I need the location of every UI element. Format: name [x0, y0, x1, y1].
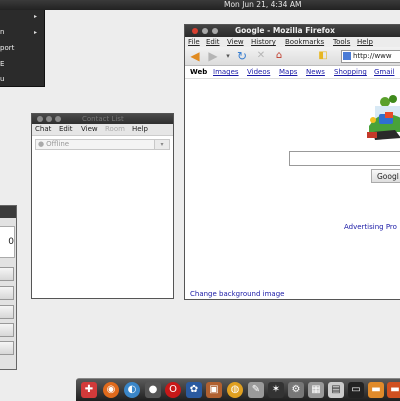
- status-select[interactable]: ● Offline: [35, 139, 155, 150]
- submenu-arrow-icon: ▸: [34, 13, 38, 20]
- chevron-down-icon[interactable]: ▾: [154, 139, 170, 150]
- forward-arrow-icon[interactable]: ▶: [207, 50, 219, 62]
- google-doodle[interactable]: [367, 92, 400, 144]
- window-titlebar[interactable]: Google - Mozilla Firefox: [185, 25, 400, 37]
- calculator-icon[interactable]: ▦: [308, 382, 324, 398]
- menu-chat[interactable]: Chat: [35, 125, 51, 133]
- messenger-icon[interactable]: ✿: [186, 382, 202, 398]
- calculator-button[interactable]: [0, 305, 14, 319]
- menubar: File Edit View History Bookmarks Tools H…: [185, 37, 400, 47]
- calculator-button[interactable]: [0, 267, 14, 281]
- stop-icon[interactable]: ✕: [255, 50, 267, 62]
- menu-file[interactable]: File: [188, 38, 200, 46]
- browser-icon[interactable]: ◐: [124, 382, 140, 398]
- calculator-button[interactable]: [0, 323, 14, 337]
- top-panel: Mon Jun 21, 4:34 AM: [0, 0, 400, 10]
- submenu-arrow-icon: ▸: [34, 29, 38, 36]
- menu-item-2[interactable]: port: [0, 44, 14, 52]
- firefox-icon[interactable]: ◉: [103, 382, 119, 398]
- firefox-window: Google - Mozilla Firefox File Edit View …: [184, 24, 400, 300]
- media-icon[interactable]: ◍: [227, 382, 243, 398]
- terminal-sparkle-icon[interactable]: ✶: [268, 382, 284, 398]
- menu-view[interactable]: View: [227, 38, 244, 46]
- menu-item-1[interactable]: n: [0, 28, 4, 36]
- status-value: Offline: [46, 140, 70, 148]
- calculator-window: 0: [0, 205, 17, 370]
- applications-menu: n ▸ ▸ port E u: [0, 10, 45, 87]
- google-nav-news[interactable]: News: [306, 68, 325, 76]
- home-icon[interactable]: ⌂: [273, 50, 285, 62]
- document-icon[interactable]: ▤: [328, 382, 344, 398]
- menubar: Chat Edit View Room Help: [32, 124, 173, 136]
- menu-bookmarks[interactable]: Bookmarks: [285, 38, 324, 46]
- calculator-display: 0: [0, 226, 15, 258]
- status-bubble-icon: ●: [38, 140, 45, 148]
- google-nav-videos[interactable]: Videos: [247, 68, 270, 76]
- google-nav-gmail[interactable]: Gmail: [374, 68, 394, 76]
- history-dropdown-icon[interactable]: ▾: [222, 50, 234, 62]
- opera-icon[interactable]: O: [165, 382, 181, 398]
- navigation-toolbar: ◀ ▶ ▾ ↻ ✕ ⌂ ◧ http://www: [185, 47, 400, 66]
- menu-help[interactable]: Help: [357, 38, 373, 46]
- settings-gear-icon[interactable]: ⚙: [288, 382, 304, 398]
- google-nav-images[interactable]: Images: [213, 68, 239, 76]
- close-icon[interactable]: [37, 116, 43, 122]
- back-arrow-icon[interactable]: ◀: [189, 50, 201, 62]
- folder-icon[interactable]: ▬: [368, 382, 384, 398]
- notes-icon[interactable]: ✎: [248, 382, 264, 398]
- search-input[interactable]: [289, 151, 400, 166]
- maximize-icon[interactable]: [212, 28, 218, 34]
- window-titlebar[interactable]: [0, 206, 16, 218]
- window-title: Contact List: [82, 115, 124, 123]
- google-nav-web[interactable]: Web: [190, 68, 207, 76]
- folder-icon[interactable]: ▬: [387, 382, 400, 398]
- url-bar[interactable]: http://www: [341, 50, 400, 63]
- contact-list-window: Contact List Chat Edit View Room Help ● O…: [31, 113, 174, 299]
- google-nav-bar: Web Images Videos Maps News Shopping Gma…: [185, 66, 400, 79]
- advertising-link[interactable]: Advertising Pro: [344, 223, 397, 231]
- menu-view[interactable]: View: [81, 125, 98, 133]
- minimize-icon[interactable]: [46, 116, 52, 122]
- menu-tools[interactable]: Tools: [333, 38, 350, 46]
- change-background-link[interactable]: Change background image: [190, 290, 284, 298]
- menu-help[interactable]: Help: [132, 125, 148, 133]
- calculator-button[interactable]: [0, 341, 14, 355]
- menu-item-3[interactable]: E: [0, 60, 4, 68]
- close-icon[interactable]: [192, 28, 198, 34]
- menu-history[interactable]: History: [251, 38, 276, 46]
- google-search-button[interactable]: Googl: [371, 169, 400, 183]
- dock: ✚ ◉ ◐ ● O ✿ ▣ ◍ ✎ ✶ ⚙ ▦ ▤ ▭ ▬ ▬: [76, 378, 400, 401]
- terminal-icon[interactable]: ▭: [348, 382, 364, 398]
- site-favicon-icon: [343, 52, 351, 60]
- calculator-button[interactable]: [0, 286, 14, 300]
- menu-edit[interactable]: Edit: [206, 38, 220, 46]
- google-nav-shopping[interactable]: Shopping: [334, 68, 367, 76]
- menu-edit[interactable]: Edit: [59, 125, 73, 133]
- menu-room[interactable]: Room: [105, 125, 125, 133]
- package-icon[interactable]: ▣: [206, 382, 222, 398]
- window-titlebar[interactable]: Contact List: [32, 114, 173, 124]
- app-launcher-icon[interactable]: ✚: [81, 382, 97, 398]
- window-title: Google - Mozilla Firefox: [235, 26, 335, 35]
- menu-item-4[interactable]: u: [0, 75, 4, 83]
- bookmark-folder-icon[interactable]: ◧: [317, 50, 329, 62]
- url-text: http://www: [353, 52, 392, 60]
- google-nav-maps[interactable]: Maps: [279, 68, 297, 76]
- clock[interactable]: Mon Jun 21, 4:34 AM: [224, 0, 301, 10]
- reload-icon[interactable]: ↻: [236, 50, 248, 62]
- maximize-icon[interactable]: [55, 116, 61, 122]
- minimize-icon[interactable]: [202, 28, 208, 34]
- chat-icon[interactable]: ●: [145, 382, 161, 398]
